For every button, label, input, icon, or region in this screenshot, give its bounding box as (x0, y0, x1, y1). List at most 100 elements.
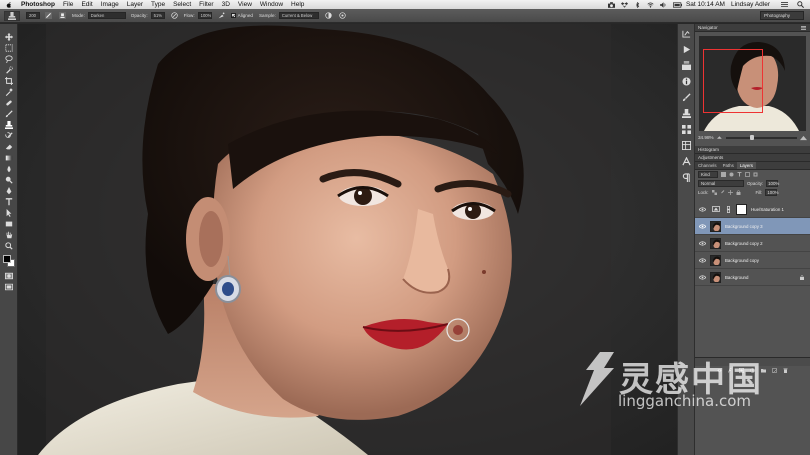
layer-style-fx-icon[interactable] (728, 360, 733, 373)
ignore-adjustment-layers-button[interactable] (324, 12, 333, 20)
layer-mask-thumbnail[interactable] (736, 203, 747, 215)
visibility-eye-icon[interactable] (699, 274, 707, 280)
apple-icon[interactable] (6, 1, 12, 8)
zoom-in-icon[interactable] (800, 135, 807, 141)
visibility-eye-icon[interactable] (699, 257, 707, 263)
sample-select[interactable]: Current & Below (278, 12, 319, 19)
dock-info-button[interactable] (680, 75, 693, 88)
flow-field[interactable]: 100% (197, 12, 212, 19)
layer-row-background[interactable]: Background (695, 269, 810, 286)
zoom-tool[interactable] (3, 241, 15, 251)
camera-icon[interactable] (607, 1, 615, 8)
eraser-tool[interactable] (3, 142, 15, 152)
layer-row-background-copy-2[interactable]: Background copy 2 (695, 235, 810, 252)
navigator-panel-header[interactable]: Navigator (695, 24, 810, 32)
aligned-checkbox[interactable] (230, 13, 236, 18)
layer-row-background-copy-3[interactable]: Background copy 3 (695, 218, 810, 235)
visibility-eye-icon[interactable] (699, 206, 707, 212)
zoom-out-icon[interactable] (716, 135, 723, 140)
menu-app-name[interactable]: Photoshop (21, 0, 55, 9)
document-canvas[interactable] (18, 24, 677, 455)
dock-swatches-button[interactable] (680, 123, 693, 136)
add-mask-icon[interactable] (739, 360, 744, 373)
dock-character-button[interactable] (680, 155, 693, 168)
spotlight-search-icon[interactable] (797, 1, 805, 9)
menu-help[interactable]: Help (291, 0, 304, 9)
gradient-tool[interactable] (3, 153, 15, 163)
menu-3d[interactable]: 3D (222, 0, 230, 9)
lock-transparent-icon[interactable] (711, 190, 717, 195)
dock-history-button[interactable] (680, 27, 693, 40)
battery-icon[interactable] (672, 1, 682, 8)
menu-view[interactable]: View (238, 0, 252, 9)
airbrush-button[interactable] (217, 12, 226, 20)
dock-clone-source-button[interactable] (680, 107, 693, 120)
menu-filter[interactable]: Filter (199, 0, 213, 9)
panel-menu-icon[interactable] (801, 26, 806, 30)
path-selection-tool[interactable] (3, 208, 15, 218)
wifi-icon[interactable] (647, 2, 654, 8)
histogram-panel-header[interactable]: Histogram (695, 146, 810, 154)
visibility-eye-icon[interactable] (699, 223, 707, 229)
blur-tool[interactable] (3, 164, 15, 174)
brush-tool[interactable] (3, 109, 15, 119)
list-icon[interactable] (781, 2, 788, 8)
menu-type[interactable]: Type (151, 0, 165, 9)
menu-edit[interactable]: Edit (81, 0, 92, 9)
new-layer-icon[interactable] (772, 360, 777, 373)
dock-color-button[interactable] (680, 59, 693, 72)
dock-styles-button[interactable] (680, 139, 693, 152)
tab-paths[interactable]: Paths (720, 162, 737, 169)
new-adjustment-layer-icon[interactable] (750, 360, 755, 373)
layer-row-hue-saturation[interactable]: Hue/Saturation 1 (695, 201, 810, 218)
pen-tool[interactable] (3, 186, 15, 196)
marquee-tool[interactable] (3, 43, 15, 53)
mode-select[interactable]: Darken (87, 12, 126, 19)
clone-stamp-tool[interactable] (3, 120, 15, 130)
clock[interactable]: Sat 10:14 AM (686, 0, 725, 9)
filter-shape-icon[interactable] (745, 172, 750, 177)
pressure-size-button[interactable] (338, 12, 347, 20)
fill-field[interactable]: 100% (765, 189, 779, 196)
toggle-clone-source-button[interactable] (58, 12, 67, 20)
bluetooth-icon[interactable] (634, 1, 641, 8)
lock-position-icon[interactable] (727, 190, 733, 195)
menu-layer[interactable]: Layer (127, 0, 143, 9)
spot-healing-tool[interactable] (3, 98, 15, 108)
brush-size-picker[interactable]: 200 (26, 12, 40, 19)
move-tool[interactable] (3, 32, 15, 42)
filter-type-icon[interactable] (737, 172, 742, 177)
type-tool[interactable] (3, 197, 15, 207)
delete-layer-trash-icon[interactable] (783, 360, 788, 373)
layer-opacity-field[interactable]: 100% (766, 180, 779, 187)
blend-mode-select[interactable]: Normal (698, 180, 744, 187)
filter-smart-object-icon[interactable] (753, 172, 758, 177)
navigator-preview[interactable] (699, 36, 806, 131)
tab-channels[interactable]: Channels (695, 162, 720, 169)
color-swatches[interactable] (2, 255, 15, 267)
eyedropper-tool[interactable] (3, 87, 15, 97)
zoom-value[interactable]: 34.98% (698, 135, 714, 140)
visibility-eye-icon[interactable] (699, 240, 707, 246)
pressure-opacity-button[interactable] (170, 12, 179, 20)
toggle-brush-panel-button[interactable] (44, 12, 53, 20)
volume-icon[interactable] (659, 1, 667, 8)
dock-brush-button[interactable] (680, 91, 693, 104)
filter-pixel-icon[interactable] (721, 172, 726, 177)
dropbox-icon[interactable] (620, 1, 628, 8)
user-name[interactable]: Lindsay Adler (731, 0, 770, 9)
lasso-tool[interactable] (3, 54, 15, 64)
quick-selection-tool[interactable] (3, 65, 15, 75)
lock-all-icon[interactable] (736, 190, 741, 195)
clone-stamp-preset-picker[interactable] (4, 10, 20, 21)
shape-tool[interactable] (3, 219, 15, 229)
dodge-tool[interactable] (3, 175, 15, 185)
navigator-view-box[interactable] (703, 49, 763, 113)
tab-layers[interactable]: Layers (736, 162, 756, 169)
zoom-slider[interactable] (725, 134, 797, 140)
crop-tool[interactable] (3, 76, 15, 86)
new-group-folder-icon[interactable] (761, 360, 766, 372)
foreground-color-swatch[interactable] (2, 255, 11, 263)
dock-actions-button[interactable] (680, 43, 693, 56)
adjustments-panel-header[interactable]: Adjustments (695, 154, 810, 162)
